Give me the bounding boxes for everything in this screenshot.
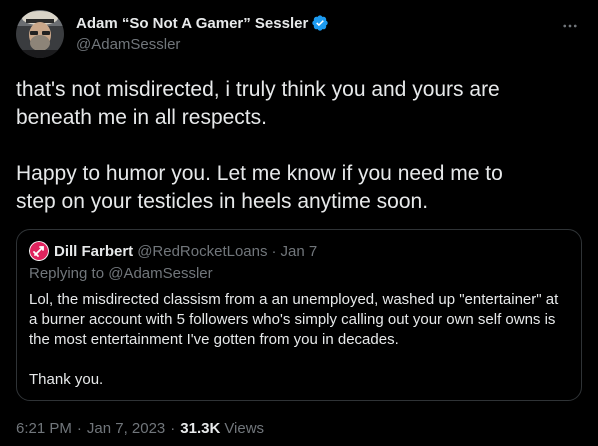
tweet-line: Happy to humor you. Let me know if you n… — [16, 162, 503, 185]
tweet-meta: 6:21 PM · Jan 7, 2023 · 31.3K Views — [16, 418, 264, 438]
tweet-time[interactable]: 6:21 PM — [16, 420, 72, 437]
views-count: 31.3K — [180, 419, 221, 437]
quoted-tweet-text: Lol, the misdirected classism from a an … — [29, 290, 569, 390]
tweet-line: step on your testicles in heels anytime … — [16, 190, 429, 213]
author-avatar[interactable] — [16, 10, 64, 58]
quoted-date: Jan 7 — [280, 242, 318, 260]
tweet-header: Adam “So Not A Gamer” Sessler @AdamSessl… — [16, 10, 582, 58]
tweet-line: beneath me in all respects. — [16, 106, 267, 129]
author-handle[interactable]: @AdamSessler — [76, 36, 329, 56]
quoted-display-name: Dill Farbert — [54, 242, 134, 260]
quoted-line: a burner account with 5 followers who's … — [29, 311, 556, 328]
more-horizontal-icon[interactable] — [560, 16, 580, 36]
views-label: Views — [224, 419, 265, 437]
tweet-date[interactable]: Jan 7, 2023 — [87, 420, 165, 437]
tweet-text: that's not misdirected, i truly think yo… — [16, 76, 582, 216]
quoted-line: Lol, the misdirected classism from a an … — [29, 291, 559, 308]
quoted-separator: · — [271, 242, 277, 260]
quoted-replying-to: Replying to @AdamSessler — [29, 265, 213, 282]
quoted-author-avatar[interactable] — [29, 241, 49, 261]
verified-badge-icon — [311, 14, 329, 32]
meta-separator: · — [76, 419, 82, 437]
quoted-tweet-header: Dill Farbert @RedRocketLoans · Jan 7 — [29, 241, 317, 261]
tweet-line: that's not misdirected, i truly think yo… — [16, 78, 500, 101]
author-display-name[interactable]: Adam “So Not A Gamer” Sessler — [76, 15, 308, 32]
author-names: Adam “So Not A Gamer” Sessler @AdamSessl… — [76, 13, 329, 56]
quoted-tweet-card[interactable]: Dill Farbert @RedRocketLoans · Jan 7 Rep… — [16, 229, 582, 401]
quoted-line: Thank you. — [29, 371, 104, 388]
quoted-line: the most entertainment I've gotten from … — [29, 331, 399, 348]
meta-separator: · — [170, 419, 176, 437]
quoted-handle: @RedRocketLoans — [137, 242, 268, 260]
